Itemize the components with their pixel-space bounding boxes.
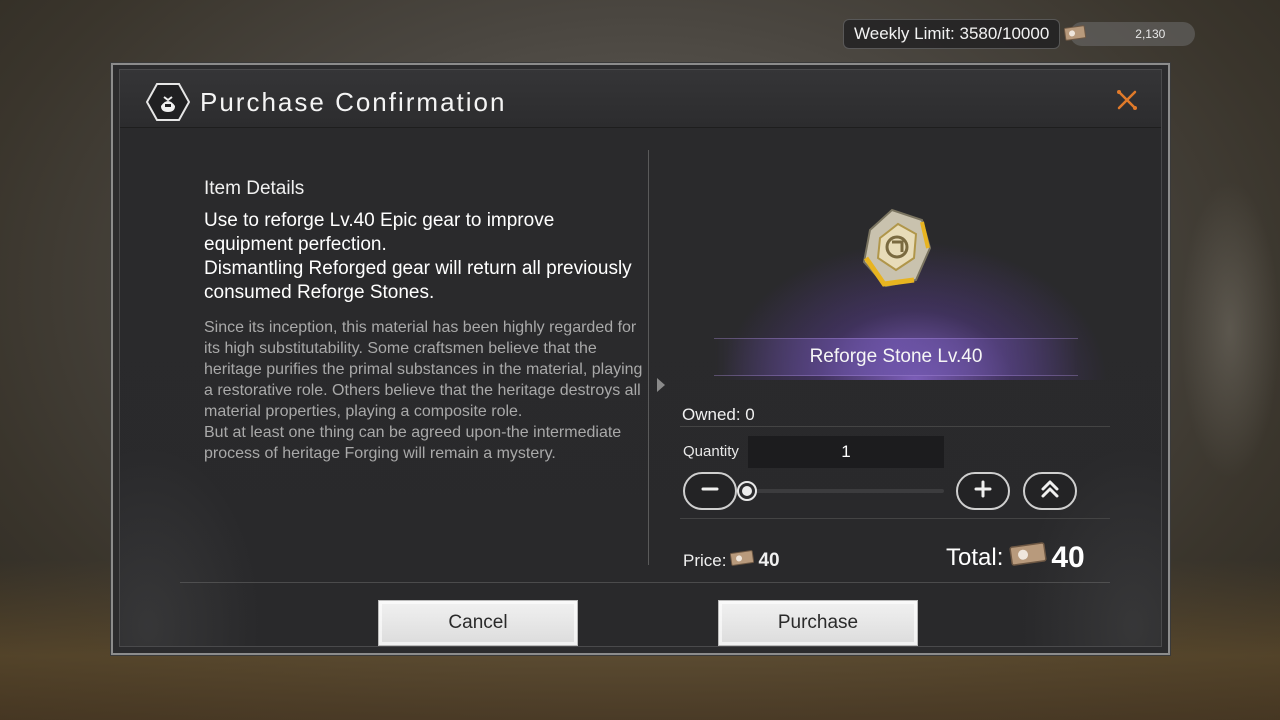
item-description-line-2: Dismantling Reforged gear will return al… — [204, 258, 632, 303]
price-label: Price: — [683, 550, 727, 570]
ticket-icon — [730, 549, 755, 572]
double-chevron-up-icon — [1040, 479, 1060, 503]
quantity-slider-track[interactable] — [750, 489, 944, 493]
purchase-dialog: Purchase Confirmation Item Details Use t… — [111, 63, 1170, 655]
total-label: Total: — [946, 543, 1004, 571]
close-icon[interactable] — [1115, 88, 1139, 112]
dialog-panel: Purchase Confirmation Item Details Use t… — [119, 69, 1162, 647]
item-lore-paragraph-2: But at least one thing can be agreed upo… — [204, 424, 622, 462]
total-value: 40 — [1051, 540, 1085, 574]
price-value: 40 — [758, 549, 780, 571]
item-lore-paragraph-1: Since its inception, this material has b… — [204, 319, 643, 420]
item-name: Reforge Stone Lv.40 — [809, 346, 983, 367]
increase-quantity-button[interactable] — [956, 472, 1010, 510]
top-currency-bar: Weekly Limit: 3580/10000 2,130 — [843, 19, 1196, 49]
column-divider — [648, 150, 649, 565]
reforge-stone-icon — [840, 200, 950, 300]
unit-price: Price: 40 — [683, 549, 780, 572]
total-price: Total: 40 — [946, 540, 1085, 575]
weekly-limit: Weekly Limit: 3580/10000 — [843, 19, 1061, 49]
max-quantity-button[interactable] — [1023, 472, 1077, 510]
cancel-button[interactable]: Cancel — [378, 600, 578, 646]
corner-ornament-left — [120, 446, 260, 646]
quantity-input[interactable]: 1 — [748, 436, 944, 468]
decrease-quantity-button[interactable] — [683, 472, 737, 510]
background-glow-right — [1180, 180, 1280, 480]
item-description-line-1: Use to reforge Lv.40 Epic gear to improv… — [204, 210, 555, 255]
divider-arrow-icon — [657, 378, 665, 392]
quantity-slider-handle[interactable] — [737, 481, 757, 501]
plus-icon — [974, 480, 992, 502]
quantity-label: Quantity — [683, 443, 739, 460]
dialog-title: Purchase Confirmation — [200, 87, 507, 117]
item-details-header: Item Details — [204, 178, 305, 199]
minus-icon — [701, 480, 719, 502]
ticket-icon — [1009, 540, 1047, 575]
dialog-header: Purchase Confirmation — [120, 70, 1161, 128]
currency-amount: 2,130 — [1135, 27, 1166, 41]
owned-divider — [680, 426, 1110, 427]
quantity-divider — [680, 518, 1110, 519]
item-details: Item Details Use to reforge Lv.40 Epic g… — [204, 178, 644, 464]
footer-divider — [180, 582, 1110, 583]
bag-icon — [145, 82, 191, 122]
currency-display: 2,130 — [1064, 22, 1196, 46]
owned-count: Owned: 0 — [682, 405, 755, 424]
purchase-button[interactable]: Purchase — [718, 600, 918, 646]
ticket-icon — [1064, 25, 1087, 45]
